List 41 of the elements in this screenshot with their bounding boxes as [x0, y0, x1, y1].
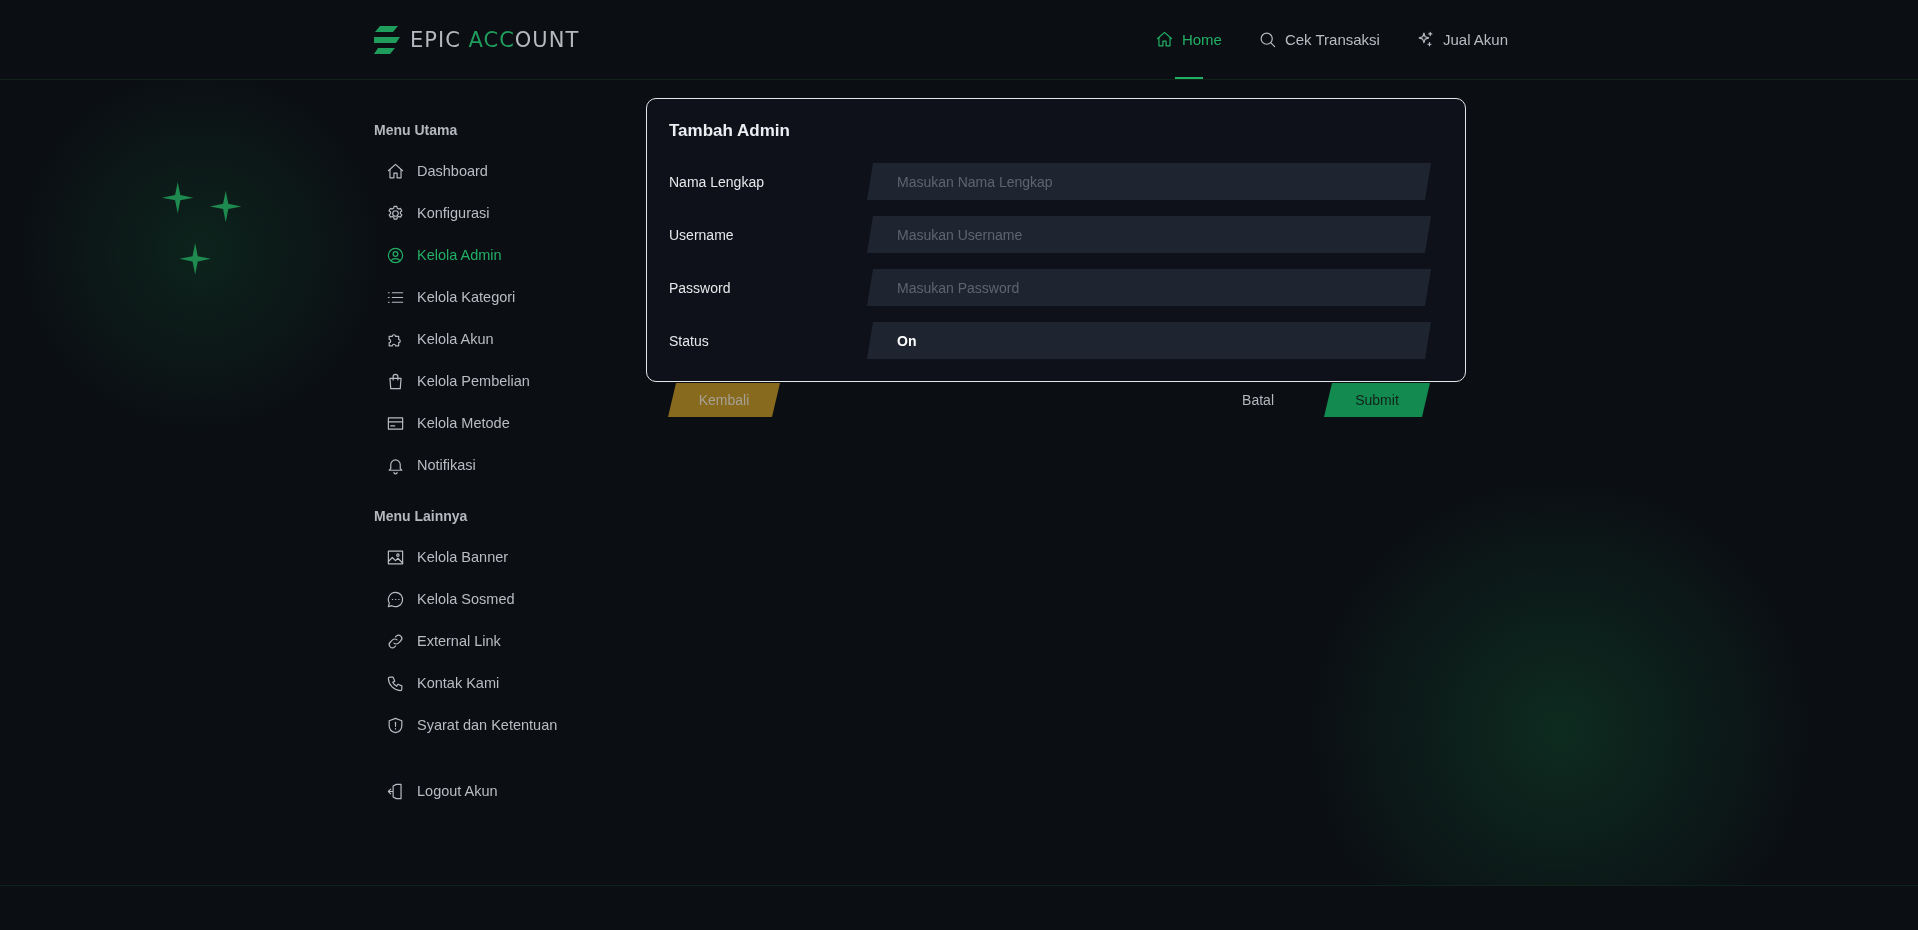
nav-link[interactable]: Cek Transaksi: [1257, 0, 1380, 79]
nav-link[interactable]: Home: [1154, 0, 1222, 79]
field-label: Status: [669, 332, 710, 349]
sidebar-item[interactable]: Kelola Sosmed: [374, 578, 515, 620]
section-title: Menu Lainnya: [374, 508, 469, 524]
cancel-button[interactable]: Batal: [1212, 383, 1304, 417]
logout-link[interactable]: Logout Akun: [374, 770, 498, 812]
user-icon: [386, 245, 405, 265]
sidebar-item[interactable]: Konfigurasi: [374, 192, 490, 234]
field-label: Username: [669, 226, 735, 243]
status-select[interactable]: On: [867, 322, 1431, 359]
input-field[interactable]: Masukan Password: [867, 269, 1431, 306]
chat-icon: [386, 589, 405, 609]
sidebar-item[interactable]: Kelola Pembelian: [374, 360, 530, 402]
sidebar-item[interactable]: Kelola Banner: [374, 536, 509, 578]
nav-link[interactable]: Jual Akun: [1415, 0, 1508, 79]
logo-icon: [374, 25, 400, 54]
logo-wordmark[interactable]: EPIC ACCOUNT: [410, 27, 580, 52]
sidebar-item[interactable]: Dashboard: [374, 150, 488, 192]
shield-icon: [386, 715, 405, 735]
settings-icon: [386, 203, 405, 223]
input-field[interactable]: Masukan Nama Lengkap: [867, 163, 1431, 200]
input-field[interactable]: Masukan Username: [867, 216, 1431, 253]
field-label: Password: [669, 279, 732, 296]
home-icon: [386, 161, 405, 181]
sidebar-item[interactable]: Kontak Kami: [374, 662, 500, 704]
home-icon: [1154, 30, 1174, 49]
field-label: Nama Lengkap: [669, 173, 765, 190]
submit-button[interactable]: Submit: [1324, 383, 1430, 417]
sidebar-item[interactable]: Notifikasi: [374, 444, 476, 486]
sidebar-item[interactable]: Kelola Akun: [374, 318, 494, 360]
bag-icon: [386, 371, 405, 391]
section-title: Menu Utama: [374, 122, 459, 138]
form-title: Tambah Admin: [669, 121, 791, 141]
sidebar-item[interactable]: External Link: [374, 620, 501, 662]
sidebar-item[interactable]: Kelola Kategori: [374, 276, 516, 318]
sidebar-item[interactable]: Kelola Metode: [374, 402, 510, 444]
link-icon: [386, 631, 405, 651]
logout-icon: [386, 781, 405, 801]
sidebar-item[interactable]: Syarat dan Ketentuan: [374, 704, 558, 746]
sidebar-item[interactable]: Kelola Admin: [374, 234, 502, 276]
